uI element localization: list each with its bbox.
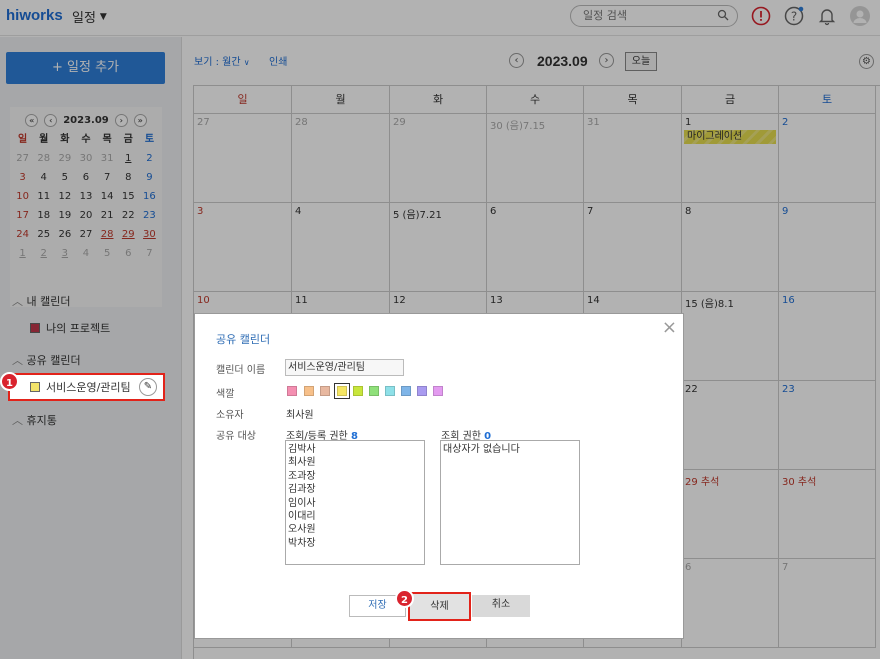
share-label: 공유 대상 <box>216 431 256 442</box>
list-item[interactable]: 조과장 <box>288 470 422 483</box>
color-label: 색깔 <box>216 389 235 400</box>
list-item[interactable]: 박차장 <box>288 537 422 550</box>
name-label: 캘린더 이름 <box>216 365 266 376</box>
color-swatch-pink[interactable] <box>287 386 297 396</box>
cancel-button[interactable]: 취소 <box>472 595 530 617</box>
owner-label: 소유자 <box>216 410 244 421</box>
color-swatch-lime[interactable] <box>353 386 363 396</box>
close-icon[interactable]: × <box>662 317 677 338</box>
color-swatch-green[interactable] <box>369 386 379 396</box>
shared-calendar-label: 서비스운영/관리팀 <box>46 381 131 394</box>
step-badge-1: 1 <box>0 372 19 391</box>
color-swatch-violet[interactable] <box>433 386 443 396</box>
list-item[interactable]: 임이사 <box>288 497 422 510</box>
list-item[interactable]: 김과장 <box>288 483 422 496</box>
list-item[interactable]: 김박사 <box>288 443 422 456</box>
shared-calendar-highlight[interactable]: 서비스운영/관리팀 ✎ <box>8 373 165 401</box>
owner-value: 최사원 <box>286 410 314 421</box>
color-swatch-blue[interactable] <box>401 386 411 396</box>
color-swatch-cyan[interactable] <box>385 386 395 396</box>
color-swatch-yellow[interactable] <box>334 383 350 399</box>
dialog-title: 공유 캘린더 <box>216 333 271 346</box>
view-permission-list[interactable]: 대상자가 없습니다 <box>440 440 580 565</box>
pencil-icon[interactable]: ✎ <box>139 378 157 396</box>
color-swatch-orange[interactable] <box>304 386 314 396</box>
list-item[interactable]: 최사원 <box>288 456 422 469</box>
color-swatch-peach[interactable] <box>320 386 330 396</box>
calendar-name-field[interactable]: 서비스운영/관리팀 <box>285 359 404 376</box>
delete-button[interactable]: 삭제 <box>408 592 471 621</box>
list-item[interactable]: 오사원 <box>288 523 422 536</box>
empty-message: 대상자가 없습니다 <box>443 444 520 455</box>
step-badge-2: 2 <box>395 589 414 608</box>
list-item[interactable]: 이대리 <box>288 510 422 523</box>
edit-permission-list[interactable]: 김박사 최사원 조과장 김과장 임이사 이대리 오사원 박차장 <box>285 440 425 565</box>
color-swatch-purple[interactable] <box>417 386 427 396</box>
shared-calendar-dialog: 공유 캘린더 × 캘린더 이름 서비스운영/관리팀 색깔 소유자 최사원 공유 … <box>194 313 684 639</box>
calendar-color-swatch <box>30 382 40 392</box>
